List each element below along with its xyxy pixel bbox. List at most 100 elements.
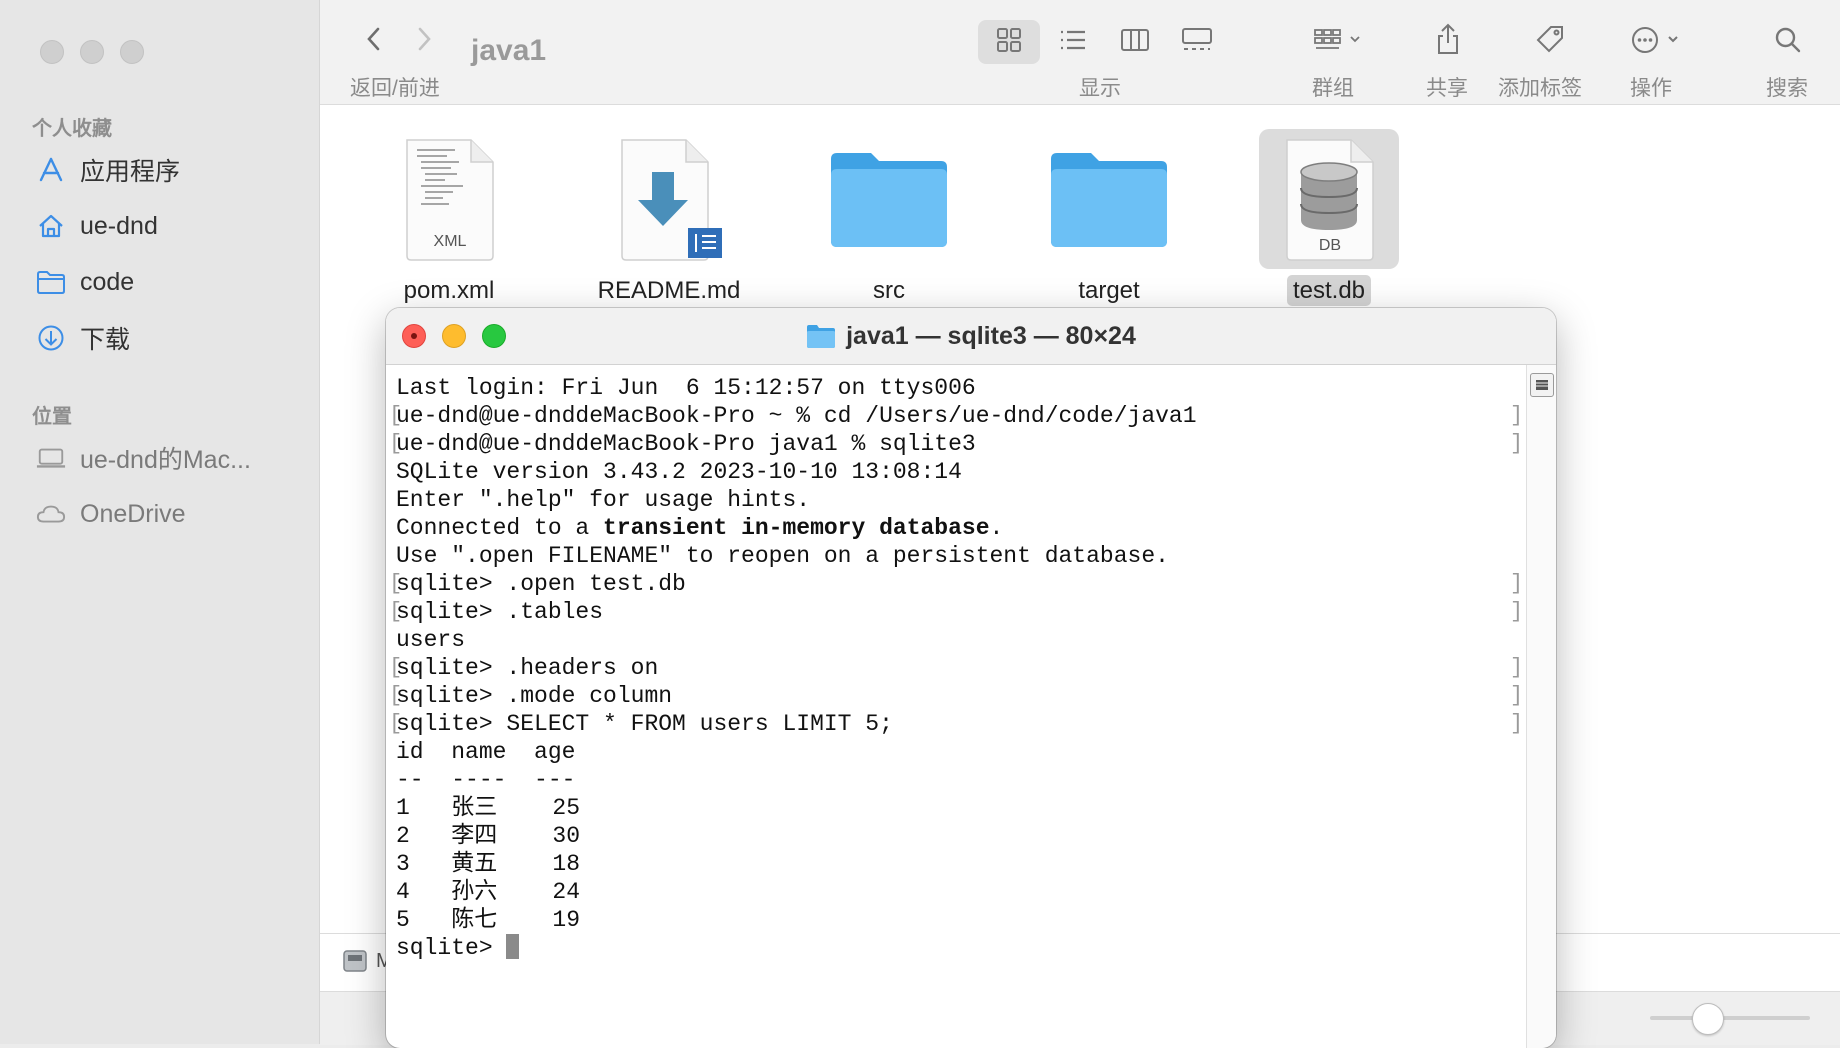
folder-icon [36,267,66,297]
sidebar-item-label: code [80,267,135,296]
terminal-line-connected: Connected to a transient in-memory datab… [396,514,1003,542]
mark-bracket-right: ] [1510,431,1524,456]
view-gallery-button[interactable] [1166,20,1228,64]
terminal-line: sqlite> SELECT * FROM users LIMIT 5; [396,711,893,737]
mark-bracket-left: [ [389,711,403,736]
mark-bracket-right: ] [1510,571,1524,596]
chevron-right-icon [414,25,434,58]
terminal-line: ue-dnd@ue-dnddeMacBook-Pro ~ % cd /Users… [396,403,1197,429]
list-icon [1059,28,1087,57]
search-icon [1774,26,1802,59]
db-badge: DB [1319,237,1341,254]
view-list-button[interactable] [1042,20,1104,64]
folder-icon [806,323,836,349]
mark-bracket-right: ] [1510,683,1524,708]
back-forward-label: 返回/前进 [350,77,440,100]
database-file-icon: DB [1259,129,1399,269]
file-name: target [1078,277,1140,304]
share-label: 共享 [1426,77,1468,100]
icon-size-slider[interactable] [1650,1016,1810,1020]
close-button[interactable] [40,40,64,64]
xml-file-icon: XML [379,129,519,269]
terminal-line: Enter ".help" for usage hints. [396,487,811,513]
query-row: 1 张三 25 [396,795,581,821]
mark-bracket-left: [ [389,655,403,680]
search-button[interactable] [1760,20,1816,64]
action-label: 操作 [1630,77,1672,100]
sidebar-item-onedrive[interactable]: OneDrive [36,494,306,534]
terminal-title-bar: java1 — sqlite3 — 80×24 [386,308,1556,365]
xml-badge: XML [434,233,467,250]
text-cursor [506,934,520,959]
mark-bracket-left: [ [389,403,403,428]
group-label: 群组 [1312,77,1354,100]
connected-suffix: . [989,515,1004,541]
folder-icon [1039,129,1179,269]
laptop-icon [36,443,66,473]
action-button[interactable] [1620,20,1696,64]
favorites-heading: 个人收藏 [32,118,112,140]
connected-prefix: Connected to a [396,515,604,541]
mark-bracket-left: [ [389,571,403,596]
zoom-button[interactable] [120,40,144,64]
sidebar-item-label: 下载 [80,326,131,354]
disk-icon [342,948,368,974]
add-tag-label: 添加标签 [1498,77,1582,100]
mark-bracket-right: ] [1510,599,1524,624]
sidebar-item-label: OneDrive [80,499,186,528]
gallery-icon [1181,27,1213,58]
window-title: java1 [471,34,547,67]
share-icon [1435,23,1461,60]
file-name: README.md [597,277,741,304]
terminal-line: SQLite version 3.43.2 2023-10-10 13:08:1… [396,459,962,485]
sidebar-item-mac[interactable]: ue-dnd的Mac... [36,438,306,478]
terminal-scrollbar[interactable] [1526,365,1556,1048]
group-icon [1313,27,1363,58]
tag-icon [1535,24,1565,59]
view-columns-button[interactable] [1104,20,1166,64]
applications-icon [36,155,66,185]
terminal-line: users [396,627,466,653]
terminal-output[interactable]: Last login: Fri Jun 6 15:12:57 on ttys00… [386,365,1526,1048]
query-row: 3 黄五 18 [396,851,581,877]
share-button[interactable] [1418,18,1478,64]
marks-icon[interactable] [1530,373,1554,397]
mark-bracket-right: ] [1510,655,1524,680]
grid-icon [996,27,1022,58]
forward-button[interactable] [404,22,444,60]
terminal-line: sqlite> .tables [396,599,604,625]
mark-bracket-left: [ [389,683,403,708]
view-label: 显示 [1079,77,1121,100]
terminal-line: Use ".open FILENAME" to reopen on a pers… [396,543,1169,569]
mark-bracket-right: ] [1510,711,1524,736]
file-name: pom.xml [403,277,495,304]
minimize-button[interactable] [80,40,104,64]
icon-size-slider-knob[interactable] [1692,1003,1724,1035]
prompt: sqlite> [396,935,507,961]
terminal-window: java1 — sqlite3 — 80×24 Last login: Fri … [386,308,1556,1048]
terminal-line: sqlite> .open test.db [396,571,686,597]
query-header: id name age [396,739,576,765]
finder-sidebar: 个人收藏 应用程序 ue-dnd code 下载 位置 ue-dnd的Mac..… [0,0,320,1044]
back-button[interactable] [354,22,394,60]
mark-bracket-left: [ [389,599,403,624]
terminal-title: java1 — sqlite3 — 80×24 [386,308,1556,364]
mark-bracket-right: ] [1510,403,1524,428]
file-name: src [873,277,905,304]
sidebar-item-label: ue-dnd的Mac... [80,446,251,474]
sidebar-item-home[interactable]: ue-dnd [36,206,306,246]
cloud-icon [36,499,66,529]
terminal-line: sqlite> .mode column [396,683,673,709]
mark-bracket-left: [ [389,431,403,456]
group-button[interactable] [1300,20,1376,64]
add-tag-button[interactable] [1520,18,1580,64]
sidebar-item-code[interactable]: code [36,262,306,302]
sidebar-item-downloads[interactable]: 下载 [36,318,306,358]
view-icons-button[interactable] [978,20,1040,64]
columns-icon [1120,28,1150,57]
sidebar-item-applications[interactable]: 应用程序 [36,150,306,190]
sidebar-item-label: ue-dnd [80,211,158,240]
home-icon [36,211,66,241]
file-name: test.db [1244,275,1414,306]
query-row: 2 李四 30 [396,823,581,849]
